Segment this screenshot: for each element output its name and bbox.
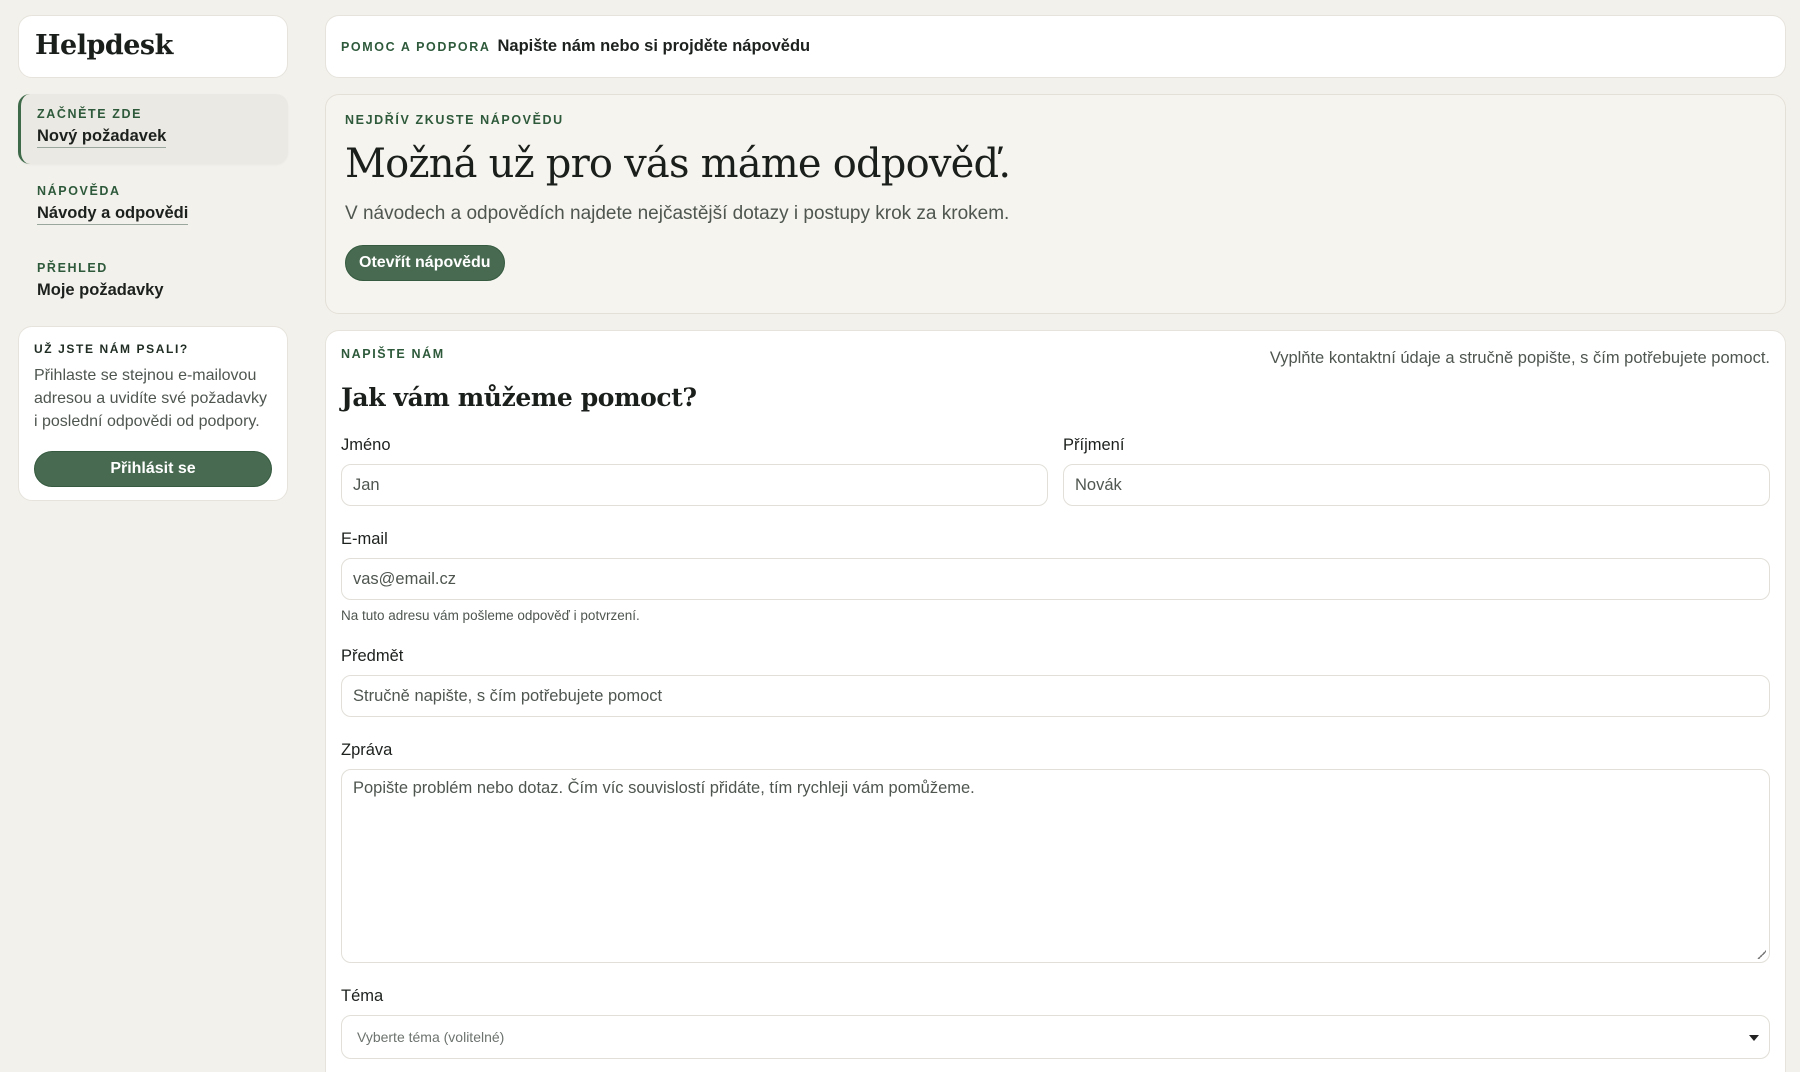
login-card: UŽ JSTE NÁM PSALI? Přihlaste se stejnou … bbox=[18, 326, 288, 501]
subject-input[interactable] bbox=[341, 675, 1770, 717]
contact-form: NAPIŠTE NÁM Vyplňte kontaktní údaje a st… bbox=[325, 330, 1786, 1072]
last-name-input[interactable] bbox=[1063, 464, 1770, 506]
help-kicker: NEJDŘÍV ZKUSTE NÁPOVĚDU bbox=[345, 113, 564, 127]
topbar-title: Napište nám nebo si projděte nápovědu bbox=[497, 37, 811, 55]
form-title: Jak vám můžeme pomoct? bbox=[341, 383, 697, 412]
sidebar-item-kicker: PŘEHLED bbox=[37, 261, 108, 275]
topic-select-value: Vyberte téma (volitelné) bbox=[357, 1029, 505, 1045]
sidebar-item-my-requests[interactable]: PŘEHLED Moje požadavky bbox=[18, 248, 288, 318]
first-name-input[interactable] bbox=[341, 464, 1048, 506]
form-intro: Vyplňte kontaktní údaje a stručně popišt… bbox=[1269, 349, 1770, 367]
message-wrapper bbox=[341, 769, 1770, 963]
sidebar-item-label: Moje požadavky bbox=[37, 281, 164, 299]
login-kicker: UŽ JSTE NÁM PSALI? bbox=[34, 342, 189, 356]
sidebar-item-help[interactable]: NÁPOVĚDA Návody a odpovědi bbox=[18, 171, 288, 241]
message-textarea[interactable] bbox=[341, 769, 1770, 963]
topic-group: Téma Vyberte téma (volitelné) bbox=[341, 987, 1770, 1059]
brand-logo[interactable]: Helpdesk bbox=[18, 15, 288, 78]
login-text: Přihlaste se stejnou e-mailovou adresou … bbox=[34, 367, 268, 430]
subject-group: Předmět bbox=[341, 647, 1770, 717]
topbar-kicker: POMOC A PODPORA bbox=[341, 39, 491, 54]
email-group: E-mail Na tuto adresu vám pošleme odpově… bbox=[341, 530, 1770, 623]
help-title: Možná už pro vás máme odpověď. bbox=[345, 141, 1011, 187]
first-name-label: Jméno bbox=[341, 436, 391, 454]
form-kicker: NAPIŠTE NÁM bbox=[341, 347, 445, 361]
sidebar-nav: ZAČNĚTE ZDE Nový požadavek NÁPOVĚDA Návo… bbox=[18, 94, 288, 318]
name-row: Jméno Příjmení bbox=[341, 436, 1770, 506]
last-name-group: Příjmení bbox=[1063, 436, 1770, 506]
sidebar-item-new-request[interactable]: ZAČNĚTE ZDE Nový požadavek bbox=[18, 94, 288, 164]
topbar: POMOC A PODPORA Napište nám nebo si proj… bbox=[325, 15, 1786, 78]
sidebar-item-label: Návody a odpovědi bbox=[37, 204, 189, 225]
message-group: Zpráva bbox=[341, 741, 1770, 963]
open-help-button[interactable]: Otevřít nápovědu bbox=[345, 245, 505, 281]
topic-label: Téma bbox=[341, 987, 384, 1005]
login-button[interactable]: Přihlásit se bbox=[34, 451, 272, 487]
help-card: NEJDŘÍV ZKUSTE NÁPOVĚDU Možná už pro vás… bbox=[325, 94, 1786, 314]
sidebar-item-label: Nový požadavek bbox=[37, 127, 167, 148]
email-label: E-mail bbox=[341, 530, 388, 548]
main-content: POMOC A PODPORA Napište nám nebo si proj… bbox=[325, 15, 1786, 1072]
caret-down-icon bbox=[1749, 1035, 1759, 1041]
email-hint: Na tuto adresu vám pošleme odpověď i pot… bbox=[341, 608, 640, 623]
subject-label: Předmět bbox=[341, 647, 404, 665]
sidebar-item-kicker: NÁPOVĚDA bbox=[37, 184, 121, 198]
resize-grip-icon[interactable] bbox=[1756, 949, 1766, 959]
sidebar: Helpdesk ZAČNĚTE ZDE Nový požadavek NÁPO… bbox=[18, 15, 288, 501]
last-name-label: Příjmení bbox=[1063, 436, 1125, 454]
message-label: Zpráva bbox=[341, 741, 393, 759]
form-header: NAPIŠTE NÁM Vyplňte kontaktní údaje a st… bbox=[341, 347, 1770, 368]
topic-select[interactable]: Vyberte téma (volitelné) bbox=[341, 1015, 1770, 1059]
help-description: V návodech a odpovědích najdete nejčastě… bbox=[345, 203, 1010, 224]
first-name-group: Jméno bbox=[341, 436, 1048, 506]
email-input[interactable] bbox=[341, 558, 1770, 600]
sidebar-item-kicker: ZAČNĚTE ZDE bbox=[37, 107, 143, 121]
